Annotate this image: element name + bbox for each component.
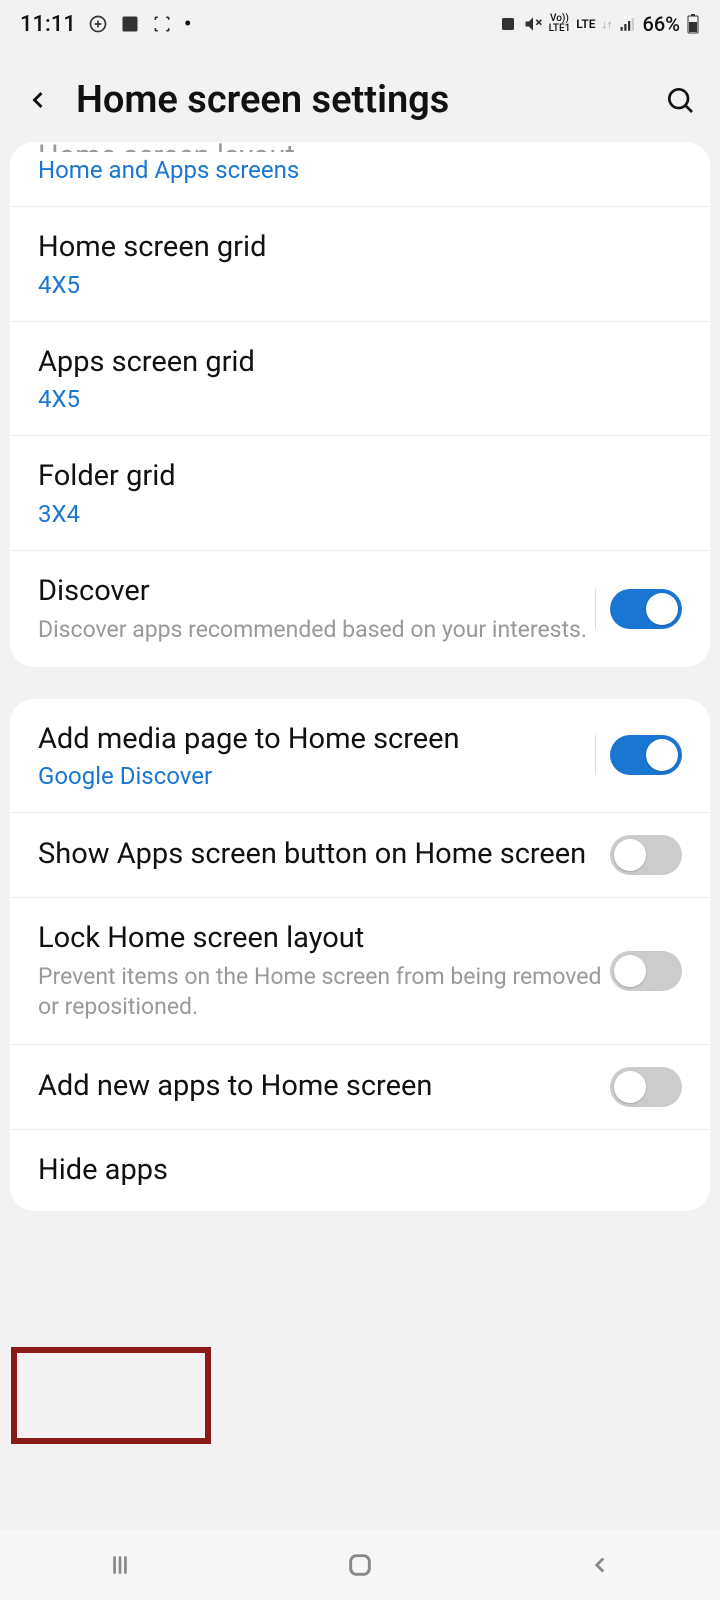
setting-title: Add media page to Home screen bbox=[38, 721, 595, 759]
setting-value: Google Discover bbox=[38, 762, 595, 790]
battery-icon bbox=[686, 14, 700, 34]
setting-title: Show Apps screen button on Home screen bbox=[38, 836, 610, 874]
home-button[interactable] bbox=[342, 1547, 378, 1583]
header: Home screen settings bbox=[0, 48, 720, 142]
volte-icon: Vo))LTE1 bbox=[549, 14, 571, 34]
recents-button[interactable] bbox=[102, 1547, 138, 1583]
battery-percent: 66% bbox=[643, 12, 680, 36]
settings-card-1: Home screen layout Home and Apps screens… bbox=[10, 142, 710, 667]
setting-value: Home and Apps screens bbox=[38, 156, 682, 184]
lte-icon: LTE bbox=[576, 17, 595, 31]
setting-title: Hide apps bbox=[38, 1152, 682, 1190]
setting-hide-apps[interactable]: Hide apps bbox=[10, 1130, 710, 1212]
lock-layout-toggle[interactable] bbox=[610, 951, 682, 991]
setting-apps-grid[interactable]: Apps screen grid 4X5 bbox=[10, 322, 710, 437]
alarm-icon bbox=[499, 15, 517, 33]
navigation-bar bbox=[0, 1530, 720, 1600]
setting-title: Home screen layout bbox=[38, 142, 682, 152]
setting-title: Folder grid bbox=[38, 458, 682, 496]
back-nav-button[interactable] bbox=[582, 1547, 618, 1583]
setting-media-page[interactable]: Add media page to Home screen Google Dis… bbox=[10, 699, 710, 814]
setting-home-grid[interactable]: Home screen grid 4X5 bbox=[10, 207, 710, 322]
setting-apps-button[interactable]: Show Apps screen button on Home screen bbox=[10, 813, 710, 898]
settings-card-2: Add media page to Home screen Google Dis… bbox=[10, 699, 710, 1212]
setting-title: Discover bbox=[38, 573, 595, 611]
setting-value: 4X5 bbox=[38, 385, 682, 413]
setting-lock-layout[interactable]: Lock Home screen layout Prevent items on… bbox=[10, 898, 710, 1044]
status-time: 11:11 bbox=[20, 12, 76, 37]
setting-home-layout[interactable]: Home screen layout Home and Apps screens bbox=[10, 142, 710, 207]
setting-description: Prevent items on the Home screen from be… bbox=[38, 962, 610, 1022]
setting-value: 4X5 bbox=[38, 271, 682, 299]
data-arrows-icon: ↓↑ bbox=[602, 18, 613, 31]
status-left: 11:11 • bbox=[20, 12, 192, 37]
status-right: Vo))LTE1 LTE ↓↑ 66% bbox=[499, 12, 700, 36]
signal-icon bbox=[619, 15, 637, 33]
mute-icon bbox=[523, 14, 543, 34]
dot-icon: • bbox=[184, 12, 192, 37]
add-new-apps-toggle[interactable] bbox=[610, 1067, 682, 1107]
setting-title: Lock Home screen layout bbox=[38, 920, 610, 958]
setting-title: Home screen grid bbox=[38, 229, 682, 267]
setting-title: Apps screen grid bbox=[38, 344, 682, 382]
setting-title: Add new apps to Home screen bbox=[38, 1068, 610, 1106]
setting-add-new-apps[interactable]: Add new apps to Home screen bbox=[10, 1045, 710, 1130]
setting-discover[interactable]: Discover Discover apps recommended based… bbox=[10, 551, 710, 667]
image-icon bbox=[120, 14, 140, 34]
apps-button-toggle[interactable] bbox=[610, 835, 682, 875]
search-button[interactable] bbox=[660, 80, 700, 120]
back-button[interactable] bbox=[20, 82, 56, 118]
screenshot-icon bbox=[152, 14, 172, 34]
status-bar: 11:11 • Vo))LTE1 LTE ↓↑ 66% bbox=[0, 0, 720, 48]
setting-description: Discover apps recommended based on your … bbox=[38, 615, 595, 645]
setting-folder-grid[interactable]: Folder grid 3X4 bbox=[10, 436, 710, 551]
page-title: Home screen settings bbox=[76, 78, 640, 122]
setting-value: 3X4 bbox=[38, 500, 682, 528]
content: Home screen layout Home and Apps screens… bbox=[0, 142, 720, 1532]
discover-toggle[interactable] bbox=[610, 589, 682, 629]
app-icon-1 bbox=[88, 14, 108, 34]
media-page-toggle[interactable] bbox=[610, 735, 682, 775]
